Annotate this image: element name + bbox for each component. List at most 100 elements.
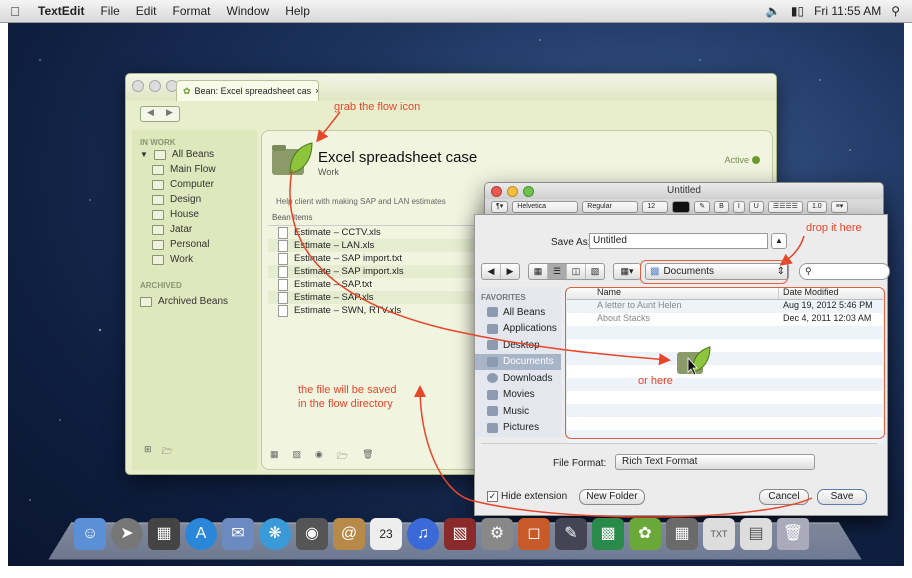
apple-menu-icon[interactable]: : [0, 4, 30, 19]
sidebar-item-movies[interactable]: Movies: [475, 387, 561, 404]
menu-format[interactable]: Format: [164, 4, 218, 18]
list-item[interactable]: Estimate – CCTV.xls: [268, 226, 498, 239]
hide-extension-checkbox[interactable]: ✓ Hide extension: [487, 491, 567, 502]
sidebar-item-personal[interactable]: Personal: [132, 237, 257, 252]
close-button[interactable]: [132, 80, 144, 92]
sidebar-item-computer[interactable]: Computer: [132, 177, 257, 192]
back-icon[interactable]: ◀: [482, 264, 501, 279]
facetime-icon[interactable]: ◉: [296, 518, 328, 550]
minimize-button[interactable]: [507, 186, 518, 197]
list-popup[interactable]: ≡▾: [830, 201, 849, 213]
coverflow-view-icon[interactable]: ▧: [586, 264, 604, 279]
folder-add-icon[interactable]: 🗁: [337, 449, 348, 465]
finder-icon[interactable]: ☺: [74, 518, 106, 550]
new-folder-button[interactable]: New Folder: [579, 489, 645, 505]
menu-app-name[interactable]: TextEdit: [30, 4, 92, 18]
bean-tab[interactable]: ✿ Bean: Excel spreadsheet cas ×: [176, 80, 319, 101]
column-view-icon[interactable]: ◫: [567, 264, 586, 279]
sidebar-item-house[interactable]: House: [132, 207, 257, 222]
cancel-button[interactable]: Cancel: [759, 489, 809, 505]
collapse-toggle-button[interactable]: ▲: [771, 233, 787, 249]
sidebar-item-documents[interactable]: Documents: [475, 353, 561, 370]
calendar-icon[interactable]: 23: [370, 518, 402, 550]
textedit-doc-icon[interactable]: TXT: [703, 518, 735, 550]
flow-folder-icon[interactable]: [270, 139, 314, 179]
underline-button[interactable]: U: [748, 201, 764, 213]
sidebar-item-design[interactable]: Design: [132, 192, 257, 207]
filename-field[interactable]: Untitled: [589, 233, 768, 249]
sidebar-item-pictures[interactable]: Pictures: [475, 420, 561, 437]
forward-icon[interactable]: ▶: [166, 107, 173, 121]
italic-button[interactable]: I: [732, 201, 745, 213]
battery-icon[interactable]: ▮▯: [791, 4, 804, 18]
icon-view-icon[interactable]: ▦: [529, 264, 548, 279]
save-button[interactable]: Save: [817, 489, 867, 505]
trash-icon[interactable]: 🗑: [362, 449, 373, 465]
arrange-icon[interactable]: ▦▾: [614, 264, 640, 279]
pixelmator-icon[interactable]: ✎: [555, 518, 587, 550]
list-item[interactable]: Estimate – SAP.txt: [268, 278, 498, 291]
menu-edit[interactable]: Edit: [128, 4, 165, 18]
system-preferences-icon[interactable]: ⚙: [481, 518, 513, 550]
numbers-icon[interactable]: ▩: [592, 518, 624, 550]
launchpad-icon[interactable]: ➤: [111, 518, 143, 550]
bold-button[interactable]: B: [714, 201, 729, 213]
itunes-icon[interactable]: ♫: [407, 518, 439, 550]
sidebar-item-downloads[interactable]: Downloads: [475, 370, 561, 387]
minimize-button[interactable]: [149, 80, 161, 92]
close-button[interactable]: [491, 186, 502, 197]
font-popup[interactable]: Helvetica: [512, 201, 579, 213]
file-format-popup[interactable]: Rich Text Format: [615, 454, 815, 470]
new-folder-icon[interactable]: 🗁: [162, 444, 173, 460]
list-item[interactable]: Estimate – LAN.xls: [268, 239, 498, 252]
mail-icon[interactable]: ✉: [222, 518, 254, 550]
menu-clock[interactable]: Fri 11:55 AM: [814, 4, 881, 18]
sidebar-item-work[interactable]: Work: [132, 252, 257, 267]
sidebar-item-jatar[interactable]: Jatar: [132, 222, 257, 237]
add-item-icon[interactable]: ▦: [270, 449, 279, 465]
document-stack-icon[interactable]: ▤: [740, 518, 772, 550]
tab-close-icon[interactable]: ×: [315, 86, 318, 96]
highlight-color-swatch[interactable]: ✎: [694, 201, 711, 213]
sidebar-item-all-beans[interactable]: All Beans: [475, 304, 561, 321]
safari-icon[interactable]: ❋: [259, 518, 291, 550]
beans-app-icon[interactable]: ✿: [629, 518, 661, 550]
zoom-button[interactable]: [523, 186, 534, 197]
size-field[interactable]: 12: [642, 201, 669, 213]
utilities-icon[interactable]: ▦: [666, 518, 698, 550]
list-item[interactable]: Estimate – SAP.xls: [268, 291, 498, 304]
reveal-icon[interactable]: ▧: [293, 449, 302, 465]
photo-booth-icon[interactable]: ▧: [444, 518, 476, 550]
list-view-icon[interactable]: ☰: [548, 264, 567, 279]
keynote-icon[interactable]: ◻: [518, 518, 550, 550]
list-item[interactable]: Estimate – SAP import.xls: [268, 265, 498, 278]
status-indicator[interactable]: Active: [724, 155, 760, 165]
sidebar-item-desktop[interactable]: Desktop: [475, 337, 561, 354]
menu-window[interactable]: Window: [219, 4, 278, 18]
address-book-icon[interactable]: @: [333, 518, 365, 550]
mission-control-icon[interactable]: ▦: [148, 518, 180, 550]
paragraph-style-popup[interactable]: ¶▾: [491, 201, 509, 213]
quicklook-eye-icon[interactable]: ◉: [315, 449, 323, 465]
list-item[interactable]: Estimate – SAP import.txt: [268, 252, 498, 265]
back-icon[interactable]: ◀: [147, 107, 154, 121]
list-item[interactable]: Estimate – SWN, RTV.xls: [268, 304, 498, 317]
align-buttons[interactable]: ☰☰☰☰: [767, 201, 803, 213]
trash-icon[interactable]: 🗑: [777, 518, 809, 550]
menu-help[interactable]: Help: [277, 4, 318, 18]
add-icon[interactable]: ⊞: [144, 444, 152, 460]
spacing-popup[interactable]: 1.0: [806, 201, 827, 213]
menu-file[interactable]: File: [92, 4, 127, 18]
sidebar-item-archived-beans[interactable]: Archived Beans: [132, 294, 257, 309]
style-popup[interactable]: Regular: [582, 201, 639, 213]
forward-icon[interactable]: ▶: [501, 264, 519, 279]
spotlight-search-icon[interactable]: ⚲: [891, 4, 900, 18]
search-field[interactable]: ⚲: [799, 263, 890, 280]
volume-icon[interactable]: 🔈: [766, 4, 781, 18]
sidebar-item-main-flow[interactable]: Main Flow: [132, 162, 257, 177]
sidebar-item-music[interactable]: Music: [475, 403, 561, 420]
sidebar-item-applications[interactable]: Applications: [475, 321, 561, 338]
disclosure-triangle-icon[interactable]: ▼: [140, 150, 148, 159]
text-color-swatch[interactable]: [672, 201, 691, 213]
sidebar-item-all-beans[interactable]: ▼ All Beans: [132, 147, 257, 162]
